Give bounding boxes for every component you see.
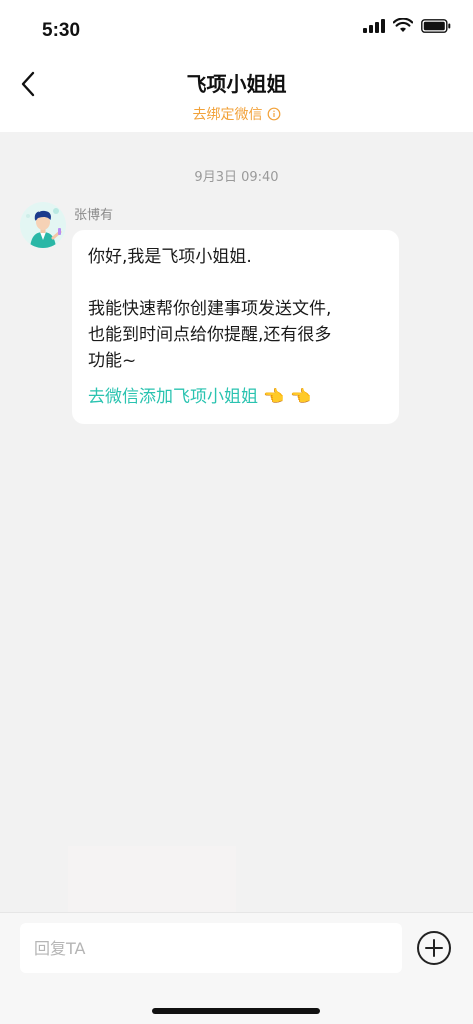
placeholder-card [68, 846, 236, 912]
plus-circle-icon [417, 931, 451, 965]
message-line: 功能~ [88, 351, 137, 371]
message-timestamp: 9月3日 09:40 [194, 170, 279, 185]
avatar[interactable] [20, 202, 66, 248]
reply-input[interactable] [20, 923, 402, 973]
avatar-illustration [20, 202, 66, 248]
sender-name: 张博有 [74, 208, 114, 223]
message-bubble[interactable]: 你好,我是飞项小姐姐. 我能快速帮你创建事项发送文件, 也能到时间点给你提醒,还… [72, 230, 399, 424]
chat-area[interactable]: 9月3日 09:40 张博有 你好,我是飞项小姐姐. 我能快速帮你创建事项发送文… [0, 132, 473, 912]
bind-wechat-link[interactable]: 去绑定微信 [0, 104, 473, 124]
chat-header: 飞项小姐姐 去绑定微信 [0, 54, 473, 132]
message-line-blank [88, 270, 383, 296]
add-wechat-link[interactable]: 去微信添加飞项小姐姐 👈 👈 [88, 384, 383, 410]
status-time: 5:30 [42, 20, 81, 41]
input-bar [0, 912, 473, 1024]
message-line: 也能到时间点给你提醒,还有很多 [88, 325, 332, 345]
wifi-icon [393, 18, 413, 32]
add-button[interactable] [416, 930, 452, 966]
info-circle-icon [267, 107, 280, 121]
bind-wechat-label: 去绑定微信 [192, 107, 263, 123]
page-title: 飞项小姐姐 [186, 72, 287, 96]
battery-icon [421, 18, 451, 33]
status-icons [363, 18, 451, 33]
signal-icon [363, 18, 385, 33]
home-indicator [152, 1008, 320, 1014]
message-line: 我能快速帮你创建事项发送文件, [88, 299, 332, 319]
status-bar: 5:30 [0, 0, 473, 54]
message-line: 你好,我是飞项小姐姐. [88, 247, 252, 267]
